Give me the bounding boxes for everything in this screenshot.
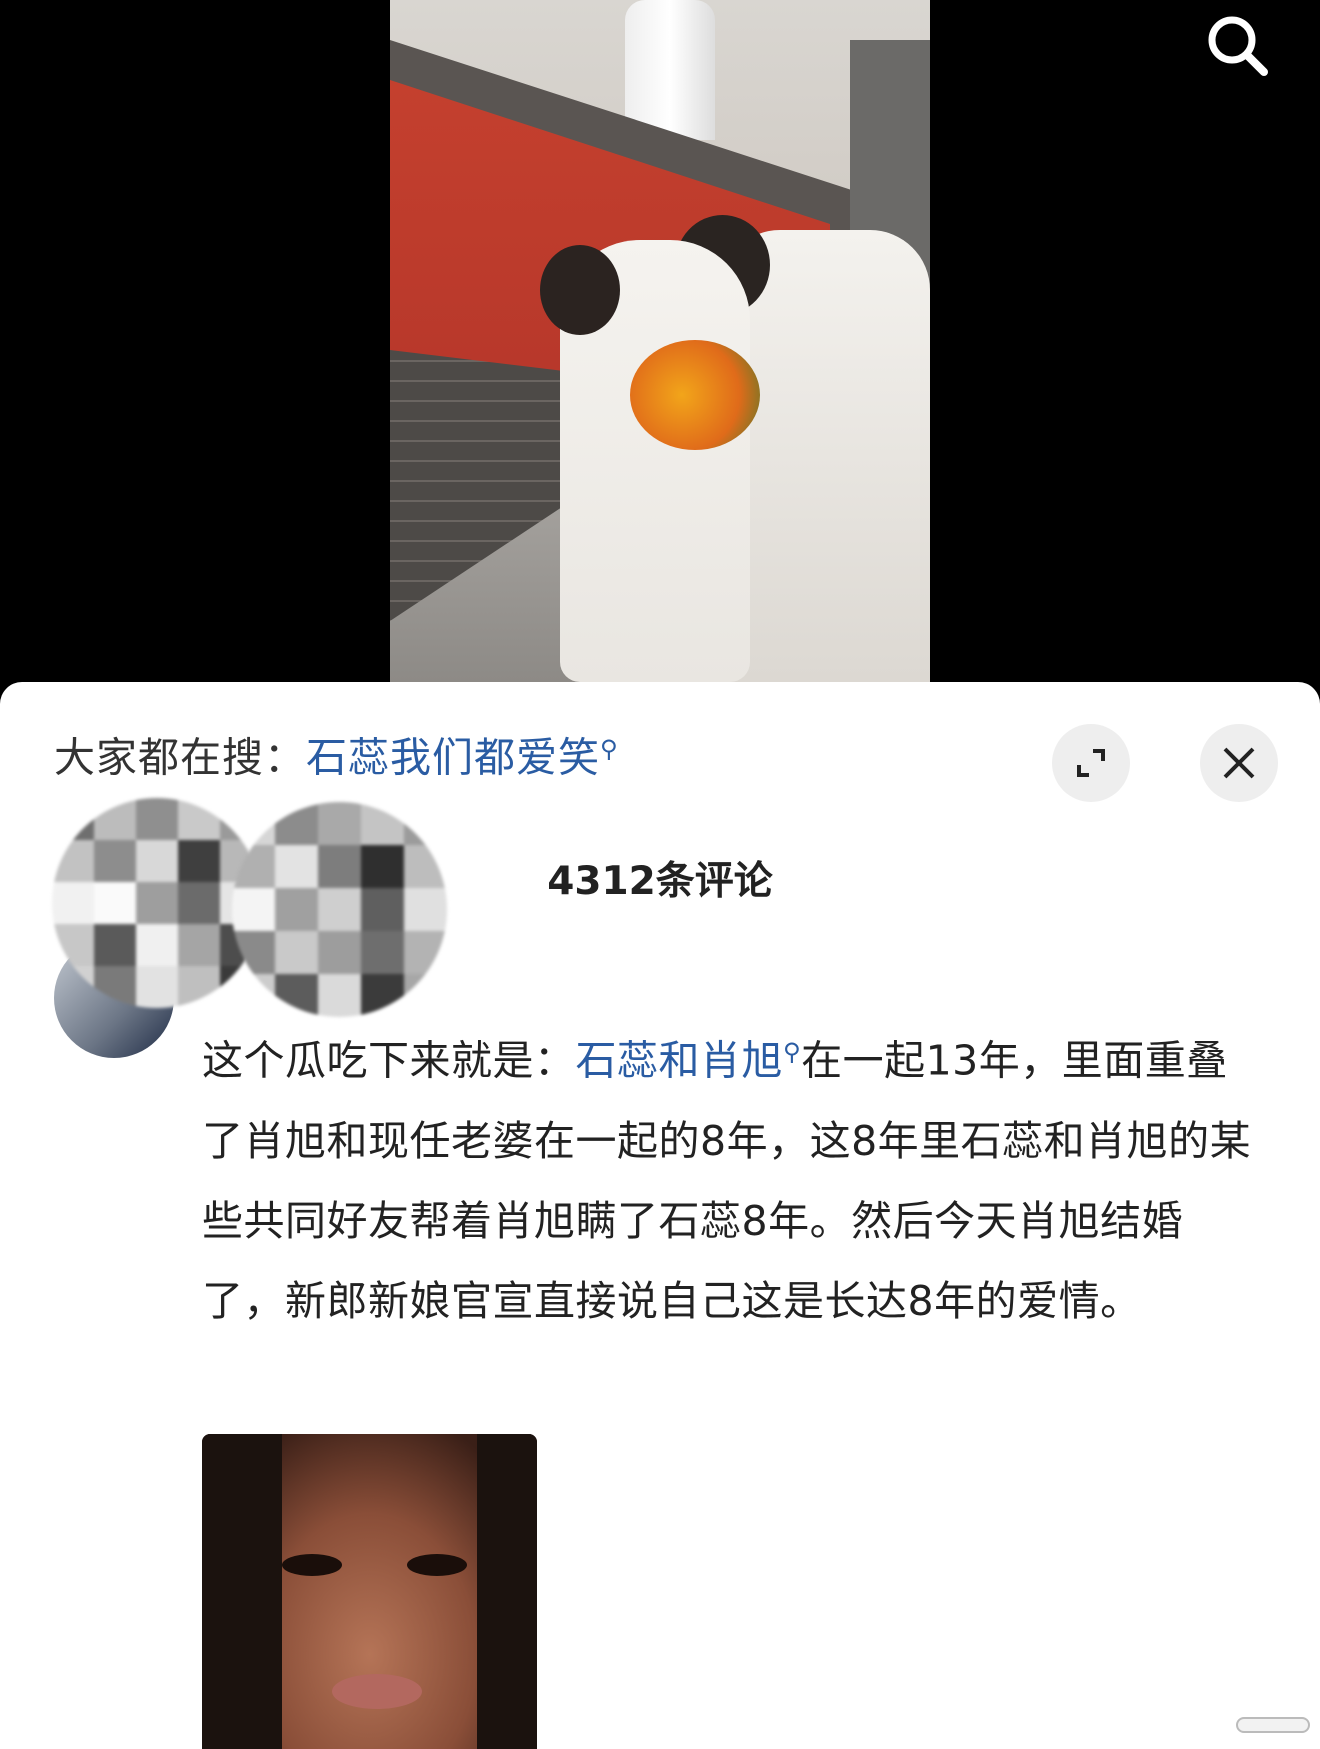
comment-sheet: 大家都在搜：石蕊我们都爱笑⚲ 4312条评论 这个瓜吃下来就是：石蕊和肖旭⚲在一… xyxy=(0,682,1320,1749)
sticker-eye-right xyxy=(407,1554,467,1576)
bride-head xyxy=(540,245,620,335)
white-pagoda xyxy=(625,0,715,140)
expand-button[interactable] xyxy=(1052,724,1130,802)
expand-icon xyxy=(1077,749,1105,777)
comment-topic-link[interactable]: 石蕊和肖旭 xyxy=(576,1037,784,1085)
comment-text-part1: 这个瓜吃下来就是： xyxy=(202,1036,576,1085)
comment-text: 这个瓜吃下来就是：石蕊和肖旭⚲在一起13年，里面重叠了肖旭和现任老婆在一起的8年… xyxy=(202,1012,1262,1341)
sticker-image[interactable] xyxy=(202,1434,537,1749)
close-icon xyxy=(1223,747,1255,779)
sticker-eye-left xyxy=(282,1554,342,1576)
pixelated-avatar xyxy=(52,798,262,1008)
search-icon: ⚲ xyxy=(600,735,619,763)
pixelated-avatar xyxy=(232,802,447,1017)
trending-search-link[interactable]: 石蕊我们都爱笑 xyxy=(306,734,600,782)
sticker-hair-right xyxy=(477,1434,537,1749)
sticker-hair-left xyxy=(202,1434,282,1749)
sticker-lips xyxy=(332,1674,422,1709)
trending-search: 大家都在搜：石蕊我们都爱笑⚲ xyxy=(54,737,619,779)
search-icon: ⚲ xyxy=(783,1038,802,1066)
scrollbar[interactable] xyxy=(1236,1717,1310,1733)
close-button[interactable] xyxy=(1200,724,1278,802)
post-photo[interactable] xyxy=(390,0,930,682)
search-button[interactable] xyxy=(1198,6,1278,86)
trending-search-prefix: 大家都在搜： xyxy=(54,733,306,782)
search-icon xyxy=(1208,16,1268,76)
bouquet xyxy=(630,340,760,450)
